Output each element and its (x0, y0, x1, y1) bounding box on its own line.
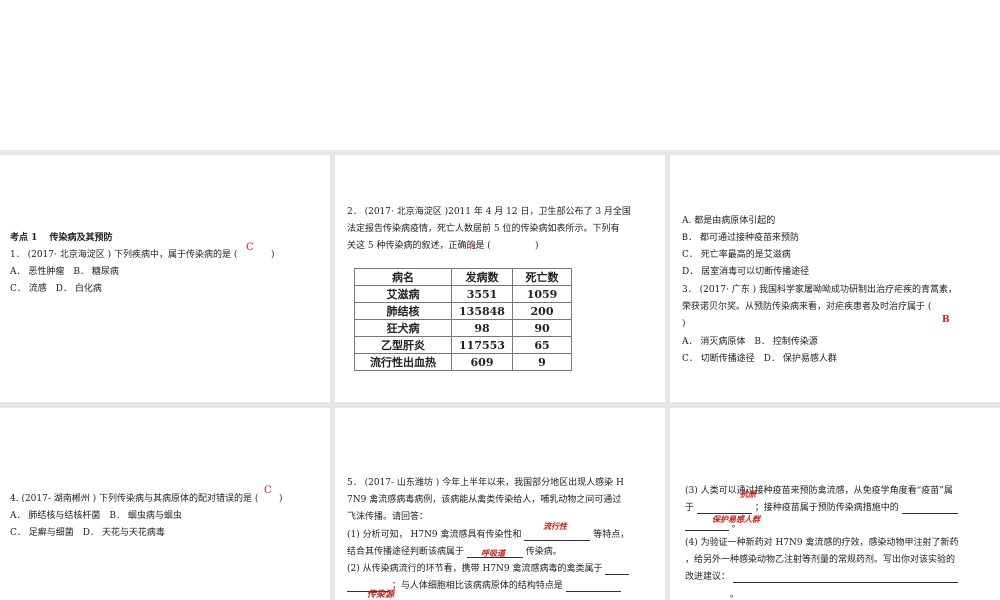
options-cd: C． 流感 D． 白化病 (10, 284, 102, 294)
header-cell: 病名 (354, 268, 452, 286)
answer-blank-3: 传染源 (367, 590, 395, 600)
options-ab: A． 消灭病原体 B． 控制传染源 (682, 337, 818, 347)
cell: 90 (512, 319, 572, 337)
table-row: 乙型肝炎 117553 65 (354, 336, 572, 354)
cell: 9 (512, 353, 572, 371)
cell: 609 (451, 353, 513, 371)
text: (2) 从传染病流行的环节看，携带 H7N9 禽流感病毒的禽类属于 (347, 564, 603, 574)
slide-q1[interactable]: 考点 1 传染病及其预防 1． (2017· 北京海淀区 ) 下列疾病中，属于传… (0, 155, 330, 402)
cell: 艾滋病 (354, 285, 452, 303)
header-cell: 死亡数 (512, 268, 572, 286)
q5-part4-line1: (4) 为验证一种新药对 H7N9 禽流感的疗效，感染动物甲注射了新药 (685, 538, 959, 548)
paren-close: ) (271, 250, 275, 260)
text: (1) 分析可知， H7N9 禽流感具有传染性和 (347, 530, 522, 540)
question-3-line2: 荣获诺贝尔奖。从预防传染病来看，对疟疾患者及时治疗属于 ( (682, 302, 932, 312)
cell: 1059 (512, 285, 572, 303)
q5-line4: (1) 分析可知， H7N9 禽流感具有传染性和 等特点， (347, 529, 629, 541)
table-header: 病名 发病数 死亡数 (354, 268, 572, 286)
text: 于 (685, 503, 695, 513)
q5-part3-line1: (3) 人类可以通过接种疫苗来预防禽流感，从免疫学角度看“疫苗”属 (685, 486, 953, 496)
header-cell: 发病数 (451, 268, 513, 286)
slide-q4[interactable]: 4. (2017- 湖南郴州 ) 下列传染病与其病原体的配对错误的是 ( ) C… (0, 408, 330, 600)
answer-q2: A (470, 242, 476, 251)
question-2-line2: 法定报告传染病疫情，死亡人数居前 5 位的传染病如表所示。下列有 (347, 224, 620, 234)
table-row: 狂犬病 98 90 (354, 319, 572, 337)
option-a: A. 都是由病原体引起的 (682, 216, 776, 226)
text: ；与人体细胞相比该病病原体的结构特点是 (391, 581, 563, 591)
q5-line6: (2) 从传染病流行的环节看，携带 H7N9 禽流感病毒的禽类属于 (347, 563, 630, 575)
slide-q2-options-q3[interactable]: A. 都是由病原体引起的 B． 都可通过接种疫苗来预防 C． 死亡率最高的是艾滋… (670, 155, 1000, 402)
cell: 98 (451, 319, 513, 337)
blank-1[interactable] (524, 531, 591, 541)
option-c: C． 死亡率最高的是艾滋病 (682, 250, 791, 260)
q5-line1: 5． (2017- 山东潍坊 ) 今年上半年以来，我国部分地区出现人感染 H (347, 478, 624, 488)
text: 。 (731, 520, 741, 530)
table-row: 艾滋病 3551 1059 (354, 285, 572, 303)
answer-q4: C (264, 485, 272, 496)
slide-q2[interactable]: 2． (2017· 北京海淀区 )2011 年 4 月 12 日，卫生部公布了 … (335, 155, 665, 402)
option-b: B． 都可通过接种疫苗来预防 (682, 233, 800, 243)
section-heading: 考点 1 传染病及其预防 (10, 233, 113, 243)
blank-7-cont[interactable] (685, 591, 727, 600)
paren-close: ) (535, 241, 539, 251)
text: 传染病。 (525, 547, 562, 557)
options-ab: A． 肺结核与结核杆菌 B． 蛔虫病与蛔虫 (10, 511, 182, 521)
question-2-line1: 2． (2017· 北京海淀区 )2011 年 4 月 12 日，卫生部公布了 … (347, 207, 631, 217)
text: 。 (729, 590, 739, 600)
blank-5[interactable] (696, 504, 752, 514)
blank-4[interactable] (565, 582, 621, 592)
answer-q3: B (942, 315, 950, 325)
slide-q5[interactable]: 5． (2017- 山东潍坊 ) 今年上半年以来，我国部分地区出现人感染 H 7… (335, 408, 665, 600)
q5-part3-line3: 。 (685, 519, 741, 531)
options-cd: C． 足癣与细菌 D． 天花与天花病毒 (10, 528, 165, 538)
cell: 肺结核 (354, 302, 452, 320)
options-ab: A． 恶性肿瘤 B． 糖尿病 (10, 267, 119, 277)
q5-part4-line3: 改进建议： (685, 571, 958, 583)
text: 改进建议： (685, 572, 731, 582)
cell: 狂犬病 (354, 319, 452, 337)
question-1: 1． (2017· 北京海淀区 ) 下列疾病中，属于传染病的是 ( (10, 250, 238, 260)
table-row: 肺结核 135848 200 (354, 302, 572, 320)
blank-6-cont[interactable] (685, 521, 729, 531)
blank-7[interactable] (732, 573, 958, 583)
cell: 117553 (451, 336, 513, 354)
blank-slide-area (0, 0, 1000, 150)
question-4: 4. (2017- 湖南郴州 ) 下列传染病与其病原体的配对错误的是 ( (10, 494, 259, 504)
question-3-line3: ) (682, 319, 686, 329)
cell: 200 (512, 302, 572, 320)
disease-table: 病名 发病数 死亡数 艾滋病 3551 1059 肺结核 135848 200 狂犬病 98 9… (354, 268, 572, 371)
blank-6[interactable] (901, 504, 958, 514)
q5-part4-line2: ，给另外一种感染动物乙注射等剂量的常规药剂。写出你对该实验的 (685, 555, 956, 565)
text: 等特点， (593, 530, 630, 540)
q5-line3: 飞沫传播。请回答： (347, 512, 429, 522)
answer-q1: C (246, 242, 254, 253)
question-3-line1: 3． (2017· 广东 ) 我国科学家屠呦呦成功研制出治疗疟疾的青蒿素， (682, 285, 957, 295)
q5-part4-line4: 。 (685, 589, 739, 600)
options-cd: C． 切断传播途径 D． 保护易感人群 (682, 354, 837, 364)
cell: 65 (512, 336, 572, 354)
q5-part3-line2: 于 ；接种疫苗属于预防传染病措施中的 (685, 502, 958, 514)
q5-line2: 7N9 禽流感病毒病例，该病能从禽类传染给人，哺乳动物之间可通过 (347, 495, 622, 505)
answer-antigen: 抗原 (740, 489, 756, 499)
table-row: 流行性出血热 609 9 (354, 353, 572, 371)
blank-3[interactable] (605, 565, 630, 575)
cell: 乙型肝炎 (354, 336, 452, 354)
cell: 流行性出血热 (354, 353, 452, 371)
paren-close: ) (279, 494, 283, 504)
option-d: D． 居室消毒可以切断传播途径 (682, 267, 810, 277)
text: 结合其传播途径判断该病属于 (347, 547, 465, 557)
cell: 3551 (451, 285, 513, 303)
cell: 135848 (451, 302, 513, 320)
slide-q5-continued[interactable]: (3) 人类可以通过接种疫苗来预防禽流感，从免疫学角度看“疫苗”属 抗原 于 ；… (670, 408, 1000, 600)
answer-blank-2: 呼吸道 (481, 548, 505, 558)
q5-line5: 结合其传播途径判断该病属于 传染病。 (347, 546, 562, 558)
text: ；接种疫苗属于预防传染病措施中的 (754, 503, 899, 513)
answer-blank-1: 流行性 (543, 521, 567, 531)
